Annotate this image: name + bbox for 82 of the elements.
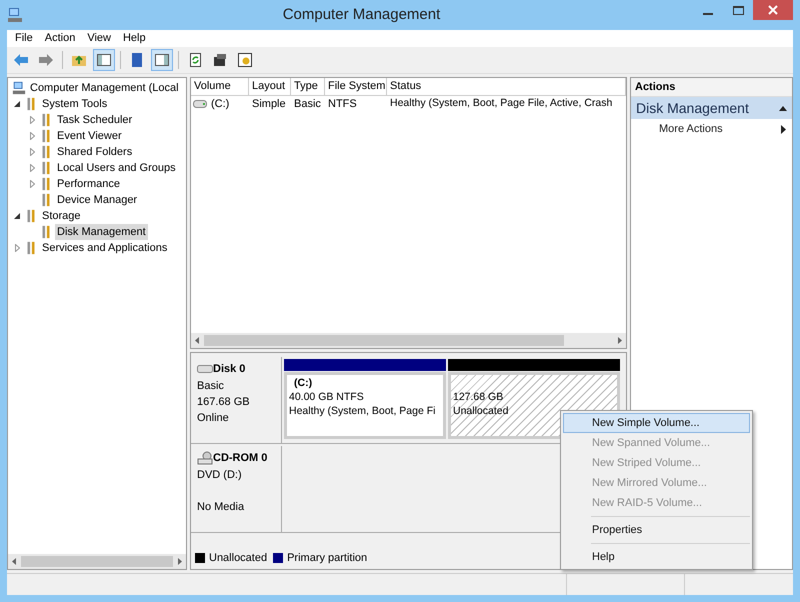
legend-label: Unallocated: [209, 550, 268, 566]
disk-name: CD-ROM 0: [213, 451, 268, 466]
scroll-left-icon: [12, 558, 16, 565]
menu-item[interactable]: Properties: [563, 520, 750, 540]
actions-header: Actions: [631, 78, 792, 97]
expanded-arrow-icon[interactable]: [14, 213, 20, 219]
action-link[interactable]: More Actions: [631, 119, 792, 139]
scroll-right-icon: [618, 337, 622, 344]
partition-info: Healthy (System, Boot, Page Fi: [289, 404, 436, 418]
disc-drive-icon: [197, 451, 213, 466]
computer-icon: [7, 7, 23, 23]
partition-info: 40.00 GB NTFS: [289, 390, 364, 404]
column-header[interactable]: Type: [291, 78, 325, 95]
disk-label[interactable]: CD-ROM 0 DVD (D:) No Media: [191, 446, 282, 533]
refresh-icon: [187, 52, 203, 68]
menu-item[interactable]: Help: [563, 547, 750, 567]
partition-title: (C:): [293, 376, 314, 390]
close-button[interactable]: [753, 0, 793, 20]
legend-label: Primary partition: [287, 550, 368, 566]
tree-item[interactable]: Services and Applications: [40, 240, 170, 256]
menu-item[interactable]: File: [9, 30, 39, 47]
disk-label[interactable]: Disk 0 Basic 167.68 GB Online: [191, 357, 282, 444]
tree-item[interactable]: Device Manager: [55, 192, 140, 208]
table-cell-text: Basic: [294, 96, 321, 112]
tree-item[interactable]: System Tools: [40, 96, 110, 112]
disk-info: Basic: [197, 378, 224, 394]
pane-icon: [96, 52, 112, 68]
tree-item[interactable]: Disk Management: [55, 224, 148, 240]
drive-icon: [193, 100, 207, 108]
scroll-left-icon: [195, 337, 199, 344]
menu-item[interactable]: New Simple Volume...: [563, 413, 750, 433]
table-cell-text: Simple: [252, 96, 286, 112]
toolbar-button[interactable]: [151, 49, 173, 71]
tree-item[interactable]: Computer Management (Local: [28, 80, 181, 96]
expanded-arrow-icon[interactable]: [14, 101, 20, 107]
disk-name: Disk 0: [213, 362, 246, 377]
section-header[interactable]: Disk Management: [631, 97, 792, 119]
column-header[interactable]: File System: [325, 78, 387, 95]
disk-info: DVD (D:): [197, 468, 242, 482]
back-arrow-icon: [13, 52, 29, 68]
partition[interactable]: (C:) 40.00 GB NTFS Healthy (System, Boot, Page Fi: [284, 372, 446, 439]
collapsed-arrow-icon[interactable]: [14, 244, 20, 252]
tree-item[interactable]: Event Viewer: [55, 128, 124, 144]
submenu-arrow-icon: [781, 124, 786, 134]
collapsed-arrow-icon[interactable]: [30, 116, 34, 124]
menu-item[interactable]: View: [81, 30, 117, 47]
properties-icon: [212, 52, 228, 68]
column-header[interactable]: Layout: [249, 78, 291, 95]
column-header[interactable]: Status: [387, 78, 626, 95]
computer-icon: [12, 81, 26, 95]
forward-arrow-icon: [38, 52, 54, 68]
disk-info: 167.68 GB: [197, 394, 250, 410]
toolbar-button[interactable]: [93, 49, 115, 71]
collapsed-arrow-icon[interactable]: [30, 148, 34, 156]
drive-icon: [197, 364, 213, 374]
minimize-icon: [703, 13, 713, 15]
horizontal-scrollbar[interactable]: [8, 554, 186, 569]
menu-item[interactable]: Action: [38, 30, 82, 47]
disk-info: No Media: [197, 500, 244, 514]
tree-item[interactable]: Storage: [40, 208, 83, 224]
collapse-icon: [779, 106, 787, 110]
maximize-icon: [732, 6, 744, 14]
table-cell-text: (C:): [211, 96, 230, 112]
collapsed-arrow-icon[interactable]: [30, 180, 34, 188]
menu-item[interactable]: Help: [116, 30, 152, 47]
table-cell-text: Healthy (System, Boot, Page File, Active, Crash: [390, 96, 612, 112]
pane-icon: [154, 52, 170, 68]
collapsed-arrow-icon[interactable]: [30, 164, 34, 172]
partition-info: Unallocated: [453, 404, 508, 418]
tree-item[interactable]: Performance: [55, 176, 122, 192]
disk-info: Online: [197, 410, 229, 426]
tree-item[interactable]: Shared Folders: [55, 144, 134, 160]
horizontal-scrollbar[interactable]: [191, 333, 626, 348]
tree-item[interactable]: Task Scheduler: [55, 112, 134, 128]
scroll-right-icon: [178, 558, 182, 565]
window-title: Computer Management: [282, 4, 442, 25]
collapsed-arrow-icon[interactable]: [30, 132, 34, 140]
tree-item[interactable]: Local Users and Groups: [55, 160, 178, 176]
partition-info: 127.68 GB: [453, 390, 504, 404]
column-header[interactable]: Volume: [191, 78, 249, 95]
close-icon: [768, 5, 778, 15]
table-cell-text: NTFS: [328, 96, 357, 112]
